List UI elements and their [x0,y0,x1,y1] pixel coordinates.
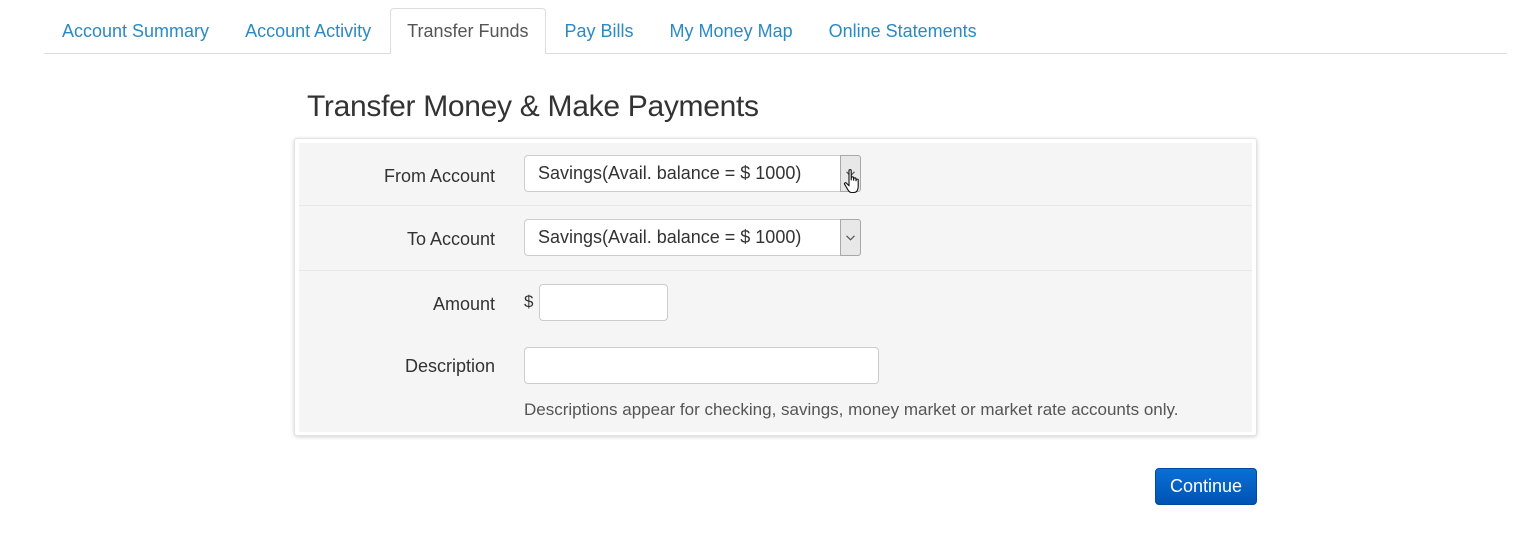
to-account-row: To Account Savings(Avail. balance = $ 10… [299,206,1252,271]
description-help-text: Descriptions appear for checking, saving… [524,400,1179,419]
to-account-select[interactable]: Savings(Avail. balance = $ 1000) [524,219,861,256]
tab-account-summary[interactable]: Account Summary [45,8,226,53]
currency-symbol: $ [524,292,534,311]
to-account-label: To Account [406,229,495,249]
tab-pay-bills[interactable]: Pay Bills [548,8,651,53]
chevron-down-icon [846,235,855,241]
description-input[interactable] [524,347,879,384]
from-account-select[interactable]: Savings(Avail. balance = $ 1000) [524,155,861,192]
chevron-down-icon [846,171,855,177]
from-account-label: From Account [383,166,495,186]
tab-transfer-funds[interactable]: Transfer Funds [390,8,546,54]
amount-label: Amount [432,294,495,314]
nav-tabs: Account Summary Account Activity Transfe… [44,8,1507,54]
continue-button[interactable]: Continue [1155,468,1257,505]
transfer-form: From Account Savings(Avail. balance = $ … [299,143,1252,432]
tab-my-money-map[interactable]: My Money Map [653,8,810,53]
tab-online-statements[interactable]: Online Statements [812,8,994,53]
page-title: Transfer Money & Make Payments [307,90,759,123]
from-account-dropdown-button[interactable] [840,155,861,192]
description-label: Description [404,356,495,376]
from-account-selected-value: Savings(Avail. balance = $ 1000) [538,163,802,183]
tab-account-activity[interactable]: Account Activity [228,8,388,53]
transfer-form-panel: From Account Savings(Avail. balance = $ … [294,138,1257,436]
transfer-funds-page: Account Summary Account Activity Transfe… [0,0,1539,555]
to-account-dropdown-button[interactable] [840,219,861,256]
amount-input[interactable] [539,284,668,321]
to-account-selected-value: Savings(Avail. balance = $ 1000) [538,227,802,247]
from-account-row: From Account Savings(Avail. balance = $ … [299,143,1252,206]
